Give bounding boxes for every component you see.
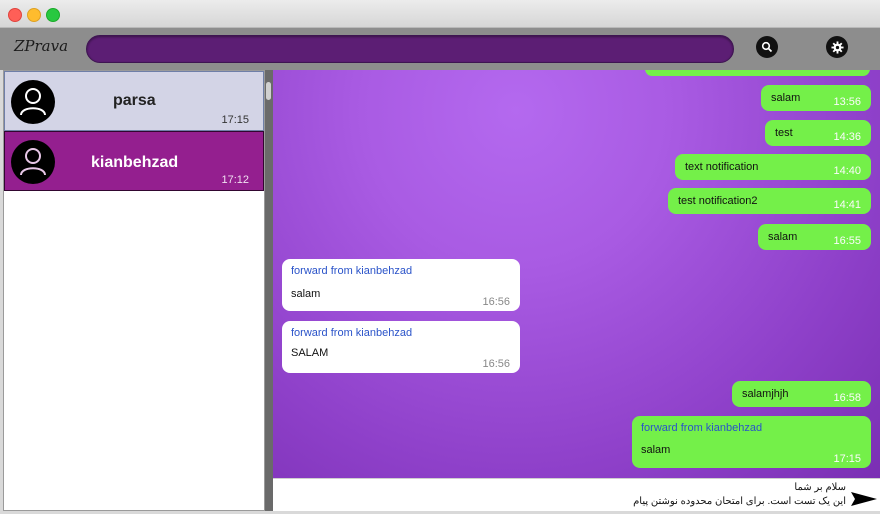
search-icon [761,41,773,53]
message-time: 14:36 [833,131,861,143]
chat-item-parsa[interactable]: parsa 17:15 [4,71,264,131]
message-time: 16:55 [833,235,861,247]
zoom-window-button[interactable] [46,8,60,22]
message-bubble[interactable]: forward from kianbehzad SALAM 16:56 [282,321,520,373]
avatar [11,140,55,184]
chat-time: 17:12 [221,174,249,186]
message-time: 14:41 [833,199,861,211]
message-bubble[interactable]: test 14:36 [765,120,871,146]
app-title: ZPrava [14,37,69,55]
forward-label: forward from kianbehzad [641,422,763,434]
message-bubble-partial [645,70,870,76]
message-text: test [775,127,793,139]
chat-time: 17:15 [221,114,249,126]
app-toolbar: ZPrava [0,28,880,70]
message-bubble[interactable]: salamjhjh 16:58 [732,381,871,407]
settings-button[interactable] [826,36,848,58]
close-window-button[interactable] [8,8,22,22]
message-text: test notification2 [678,195,758,207]
message-bubble[interactable]: salam 16:55 [758,224,871,250]
chat-list: parsa 17:15 kianbehzad 17:12 [3,70,265,511]
user-icon [20,148,46,176]
message-time: 13:56 [833,96,861,108]
chat-item-kianbehzad[interactable]: kianbehzad 17:12 [4,131,264,191]
message-text: salamjhjh [742,388,789,400]
send-icon[interactable] [850,491,878,507]
search-input[interactable] [86,35,734,63]
search-button[interactable] [756,36,778,58]
message-time: 16:58 [833,392,861,404]
message-time: 17:15 [833,453,861,465]
message-bubble[interactable]: salam 13:56 [761,85,871,111]
message-bubble[interactable]: text notification 14:40 [675,154,871,180]
composer-line-1[interactable]: سلام بر شما [794,482,846,493]
gear-icon [830,40,844,54]
message-text: salam [771,92,801,104]
message-bubble[interactable]: forward from kianbehzad salam 16:56 [282,259,520,311]
chat-name: kianbehzad [91,154,179,171]
message-time: 16:56 [482,358,510,370]
message-time: 16:56 [482,296,510,308]
window-titlebar [0,0,880,28]
message-text: salam [291,288,321,300]
chat-list-scrollbar[interactable] [265,70,273,511]
forward-label: forward from kianbehzad [291,327,413,339]
message-time: 14:40 [833,165,861,177]
chat-name: parsa [113,92,156,109]
message-text: salam [768,231,798,243]
message-text: text notification [685,161,759,173]
message-bubble[interactable]: forward from kianbehzad salam 17:15 [632,416,871,468]
forward-label: forward from kianbehzad [291,265,413,277]
composer-line-2[interactable]: این یک تست است. برای امتحان محدوده نوشتن… [633,496,846,507]
user-icon [20,88,46,116]
message-text: salam [641,444,671,456]
message-area: salam 13:56 test 14:36 text notification… [273,70,880,478]
minimize-window-button[interactable] [27,8,41,22]
message-text: SALAM [291,347,329,359]
avatar [11,80,55,124]
message-composer[interactable]: سلام بر شما این یک تست است. برای امتحان … [273,478,880,511]
scrollbar-thumb[interactable] [266,82,271,100]
message-bubble[interactable]: test notification2 14:41 [668,188,871,214]
